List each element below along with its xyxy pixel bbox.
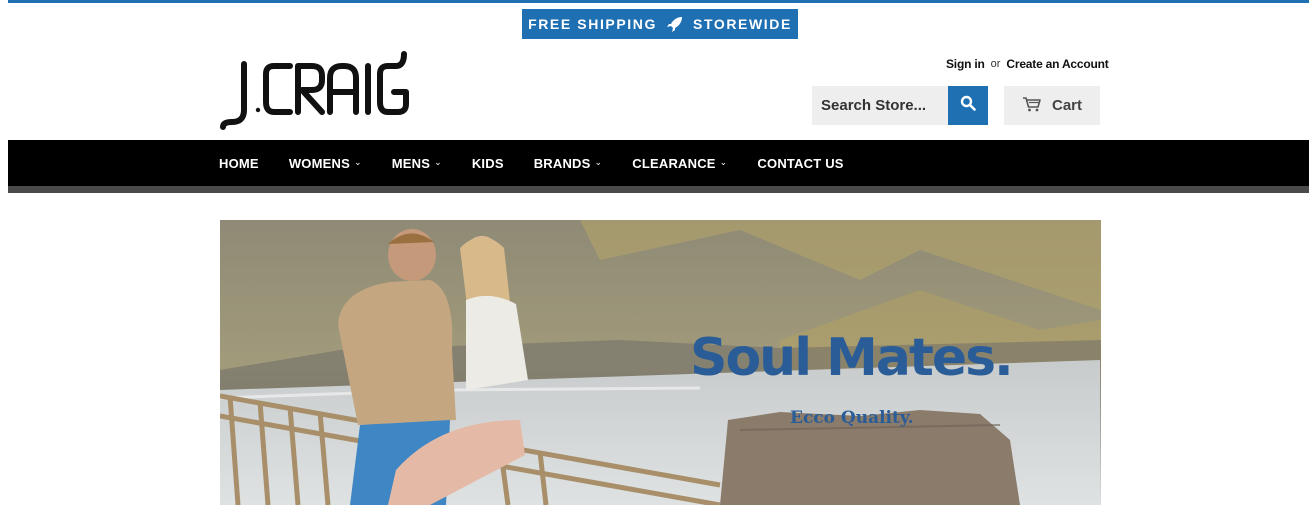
- search-input[interactable]: [812, 86, 948, 125]
- nav-item-brands[interactable]: BRANDS ⌄: [534, 156, 603, 171]
- chevron-down-icon: ⌄: [434, 156, 442, 167]
- nav-item-home[interactable]: HOME: [219, 156, 259, 171]
- cart-icon: [1022, 96, 1042, 116]
- cart-button[interactable]: Cart: [1004, 86, 1100, 125]
- store-logo[interactable]: [218, 44, 414, 134]
- create-account-link[interactable]: Create an Account: [1006, 57, 1108, 71]
- nav-bottom-shadow: [8, 186, 1309, 193]
- top-accent-line: [0, 0, 1309, 3]
- nav-item-mens[interactable]: MENS ⌄: [392, 156, 442, 171]
- nav-label: KIDS: [471, 155, 504, 171]
- nav-label: HOME: [219, 155, 259, 171]
- search-icon: [960, 95, 976, 116]
- hero-banner[interactable]: Soul Mates. Ecco Quality.: [220, 220, 1101, 505]
- promo-banner[interactable]: FREE SHIPPING STOREWIDE: [522, 9, 798, 39]
- cart-label: Cart: [1051, 97, 1082, 114]
- nav-item-clearance[interactable]: CLEARANCE ⌄: [632, 156, 727, 171]
- nav-item-kids[interactable]: KIDS: [472, 156, 504, 171]
- left-page-margin: [0, 0, 8, 505]
- nav-label: CONTACT US: [757, 155, 844, 171]
- main-navigation: HOME WOMENS ⌄ MENS ⌄ KIDS BRANDS ⌄ CLEARANC…: [8, 140, 1309, 186]
- rocket-icon: [667, 16, 683, 32]
- chevron-down-icon: ⌄: [719, 156, 728, 167]
- nav-label: BRANDS: [533, 155, 591, 171]
- search-button[interactable]: [948, 86, 988, 125]
- hero-title: Soul Mates.: [690, 328, 1014, 388]
- account-or-text: or: [990, 58, 1001, 70]
- nav-item-womens[interactable]: WOMENS ⌄: [289, 156, 362, 171]
- search-form: [812, 86, 988, 125]
- nav-label: WOMENS: [288, 155, 350, 171]
- chevron-down-icon: ⌄: [353, 156, 362, 167]
- sign-in-link[interactable]: Sign in: [946, 57, 985, 71]
- nav-label: MENS: [391, 155, 431, 171]
- nav-label: CLEARANCE: [632, 155, 716, 171]
- account-links: Sign in or Create an Account: [946, 56, 1109, 72]
- chevron-down-icon: ⌄: [594, 156, 603, 167]
- promo-text-free-shipping: FREE SHIPPING: [528, 16, 657, 32]
- jcraig-logo-mark: [220, 51, 409, 130]
- promo-text-storewide: STOREWIDE: [693, 16, 792, 32]
- nav-list: HOME WOMENS ⌄ MENS ⌄ KIDS BRANDS ⌄ CLEARANC…: [219, 140, 874, 186]
- hero-subtitle: Ecco Quality.: [790, 408, 914, 428]
- nav-item-contact-us[interactable]: CONTACT US: [757, 156, 843, 171]
